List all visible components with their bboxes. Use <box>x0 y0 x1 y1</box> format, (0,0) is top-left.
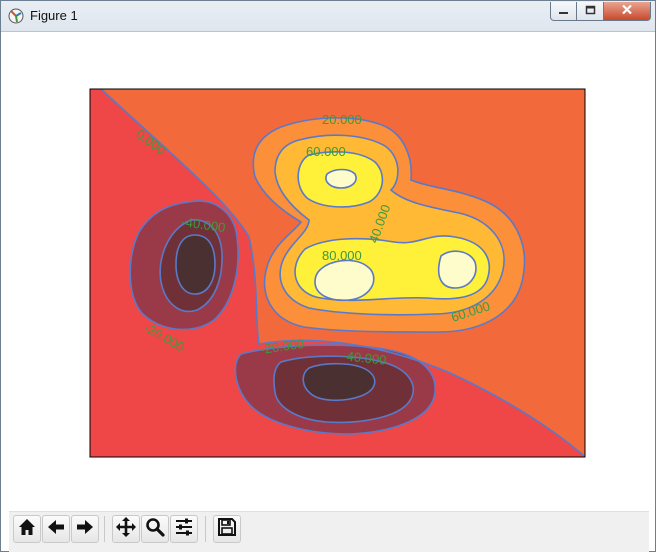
zoom-button[interactable] <box>141 515 169 543</box>
home-button[interactable] <box>13 515 41 543</box>
zoom-icon <box>145 517 165 542</box>
save-icon <box>217 517 237 542</box>
toolbar-separator <box>205 516 206 542</box>
contour-label: 20.000 <box>322 112 362 127</box>
title-bar[interactable]: Figure 1 <box>1 1 655 32</box>
back-arrow-icon <box>46 517 66 542</box>
navigation-toolbar <box>9 511 649 552</box>
close-button[interactable] <box>604 2 651 21</box>
back-button[interactable] <box>42 515 70 543</box>
window-title: Figure 1 <box>30 8 78 23</box>
contour-label: 60.000 <box>306 144 346 159</box>
configure-subplots-button[interactable] <box>170 515 198 543</box>
contour-label: 80.000 <box>322 248 362 263</box>
figure-canvas[interactable]: 0.000 20.000 60.000 40.000 80.000 60.000… <box>9 32 649 512</box>
minimize-icon <box>558 2 569 20</box>
plot-area: 0.000 20.000 60.000 40.000 80.000 60.000… <box>89 88 586 458</box>
matplotlib-logo-icon <box>8 8 24 24</box>
toolbar-separator <box>104 516 105 542</box>
forward-button[interactable] <box>71 515 99 543</box>
contour-plot: 0.000 20.000 60.000 40.000 80.000 60.000… <box>89 88 586 458</box>
close-icon <box>621 2 633 20</box>
home-icon <box>17 517 37 542</box>
window-controls <box>550 2 651 22</box>
pan-icon <box>115 516 137 543</box>
figure-window: Figure 1 0.000 20.000 60.000 40.000 80.0… <box>0 0 656 552</box>
save-button[interactable] <box>213 515 241 543</box>
configure-subplots-icon <box>174 517 194 542</box>
pan-button[interactable] <box>112 515 140 543</box>
maximize-icon <box>585 2 596 20</box>
maximize-button[interactable] <box>577 2 604 21</box>
minimize-button[interactable] <box>550 2 577 21</box>
forward-arrow-icon <box>75 517 95 542</box>
